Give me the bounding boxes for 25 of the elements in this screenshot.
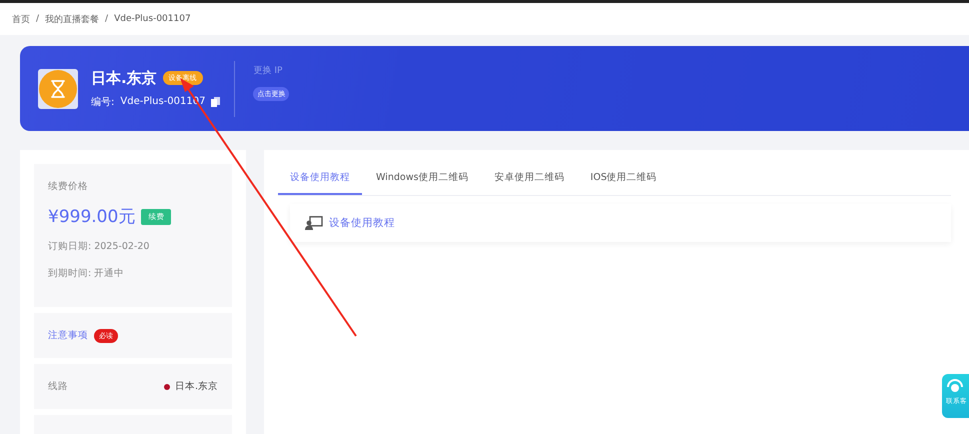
route-value: 日本.东京 [174, 380, 218, 393]
breadcrumb-separator: / [105, 14, 108, 24]
presentation-icon [305, 216, 323, 230]
headset-icon [946, 378, 964, 394]
copy-icon[interactable] [211, 96, 220, 106]
price-label: 续费价格 [48, 180, 88, 193]
breadcrumb-separator: / [36, 14, 40, 24]
id-label: 编号: [91, 96, 114, 108]
flag-icon [164, 384, 170, 390]
hourglass-icon [38, 68, 78, 108]
expiry-time: 到期时间: 开通中 [48, 267, 124, 280]
price-amount: ¥999.00元 [48, 206, 136, 228]
order-date: 订购日期: 2025-02-20 [48, 240, 150, 253]
breadcrumb-item: Vde-Plus-001107 [114, 14, 191, 24]
tutorial-title[interactable]: 设备使用教程 [329, 216, 395, 230]
ip-label: 更换 IP [253, 64, 282, 77]
breadcrumb-item[interactable]: 首页 [12, 12, 30, 26]
tab[interactable]: 安卓使用二维码 [482, 166, 576, 195]
tab[interactable]: Windows使用二维码 [364, 166, 480, 195]
tab[interactable]: 设备使用教程 [278, 166, 362, 195]
tab[interactable]: IOS使用二维码 [578, 166, 669, 195]
notice-link[interactable]: 注意事项 [48, 329, 88, 342]
route-label: 线路 [48, 380, 68, 393]
device-name: 日本.东京 [91, 68, 157, 88]
breadcrumb-item[interactable]: 我的直播套餐 [45, 12, 100, 26]
